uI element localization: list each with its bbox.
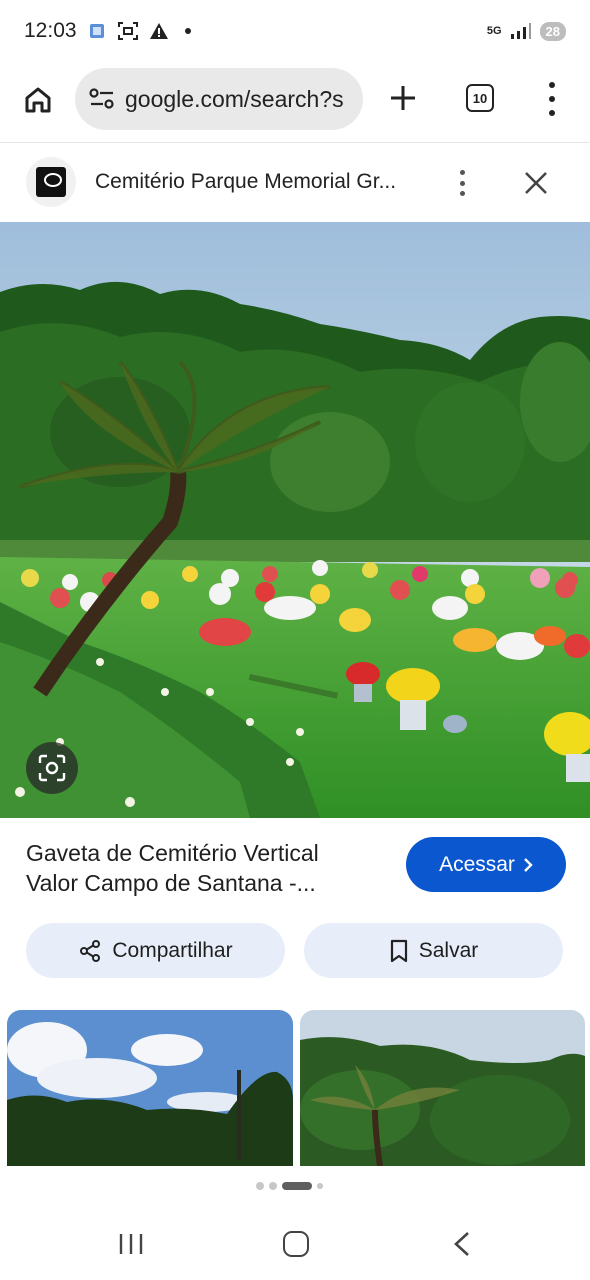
- system-icons: 5G 28: [486, 21, 566, 41]
- more-notifications-dot: [184, 28, 191, 34]
- pager-dot-active[interactable]: [282, 1182, 312, 1190]
- notification-icons: [89, 21, 191, 41]
- close-icon: [525, 172, 547, 194]
- menu-dot: [549, 110, 555, 116]
- bookmark-icon: [390, 939, 407, 962]
- source-header: Cemitério Parque Memorial Gr...: [0, 142, 590, 222]
- menu-dot: [549, 82, 555, 88]
- lens-search-button[interactable]: [26, 742, 78, 794]
- lens-icon: [38, 754, 66, 782]
- browser-toolbar: google.com/search?s 10: [0, 66, 590, 132]
- home-button[interactable]: [20, 82, 56, 118]
- plus-icon: [391, 86, 415, 110]
- visit-button[interactable]: Acessar: [406, 837, 566, 892]
- url-text[interactable]: google.com/search?s: [125, 86, 344, 113]
- share-icon: [80, 939, 101, 962]
- home-icon: [25, 87, 51, 113]
- visit-label: Acessar: [439, 852, 515, 876]
- url-bar[interactable]: google.com/search?s: [75, 68, 363, 130]
- status-bar: 12:03 5G 28: [0, 0, 590, 62]
- related-image-1[interactable]: [7, 1010, 293, 1166]
- recent-apps-icon: [119, 1234, 143, 1254]
- share-button[interactable]: Compartilhar: [26, 923, 285, 978]
- recent-apps-button[interactable]: [118, 1232, 144, 1256]
- pager-dot[interactable]: [256, 1182, 264, 1190]
- more-dot: [459, 191, 465, 196]
- menu-dot: [549, 96, 555, 102]
- more-options-button[interactable]: [452, 167, 472, 199]
- site-settings-icon[interactable]: [89, 88, 115, 110]
- main-image[interactable]: [0, 222, 590, 818]
- result-title-line2: Valor Campo de Santana -...: [26, 870, 316, 896]
- tab-switcher-button[interactable]: 10: [466, 84, 494, 112]
- source-title[interactable]: Cemitério Parque Memorial Gr...: [95, 170, 396, 194]
- new-tab-button[interactable]: [386, 81, 420, 115]
- system-nav-bar: [0, 1210, 590, 1280]
- signal-icon: [510, 23, 531, 39]
- battery-indicator: 28: [539, 21, 566, 41]
- home-nav-button[interactable]: [283, 1231, 309, 1257]
- site-logo[interactable]: [26, 157, 76, 207]
- image-pager: [256, 1182, 323, 1190]
- related-photo-forest-fern: [300, 1010, 585, 1166]
- save-label: Salvar: [418, 938, 479, 962]
- chevron-right-icon: [524, 857, 533, 872]
- more-dot: [459, 170, 465, 175]
- back-icon: [454, 1232, 469, 1256]
- network-type: 5G: [486, 25, 502, 37]
- result-title-line1: Gaveta de Cemitério Vertical: [26, 840, 319, 866]
- close-button[interactable]: [520, 167, 552, 199]
- cemetery-photo: [0, 222, 590, 818]
- back-button[interactable]: [452, 1231, 472, 1257]
- site-logo-icon: [36, 167, 66, 197]
- result-title[interactable]: Gaveta de Cemitério Vertical Valor Campo…: [26, 838, 376, 898]
- related-photo-sky-trees: [7, 1010, 293, 1166]
- related-image-2[interactable]: [300, 1010, 585, 1166]
- tab-count: 10: [472, 90, 488, 106]
- pager-dot[interactable]: [317, 1183, 323, 1189]
- alert-icon: [149, 23, 168, 39]
- more-dot: [459, 180, 465, 186]
- save-button[interactable]: Salvar: [304, 923, 563, 978]
- share-label: Compartilhar: [112, 938, 233, 962]
- screenshot-icon: [117, 22, 138, 40]
- pager-dot[interactable]: [269, 1182, 277, 1190]
- photo-notification-icon: [89, 24, 104, 38]
- status-time: 12:03: [24, 19, 77, 42]
- browser-menu-button[interactable]: [540, 82, 564, 116]
